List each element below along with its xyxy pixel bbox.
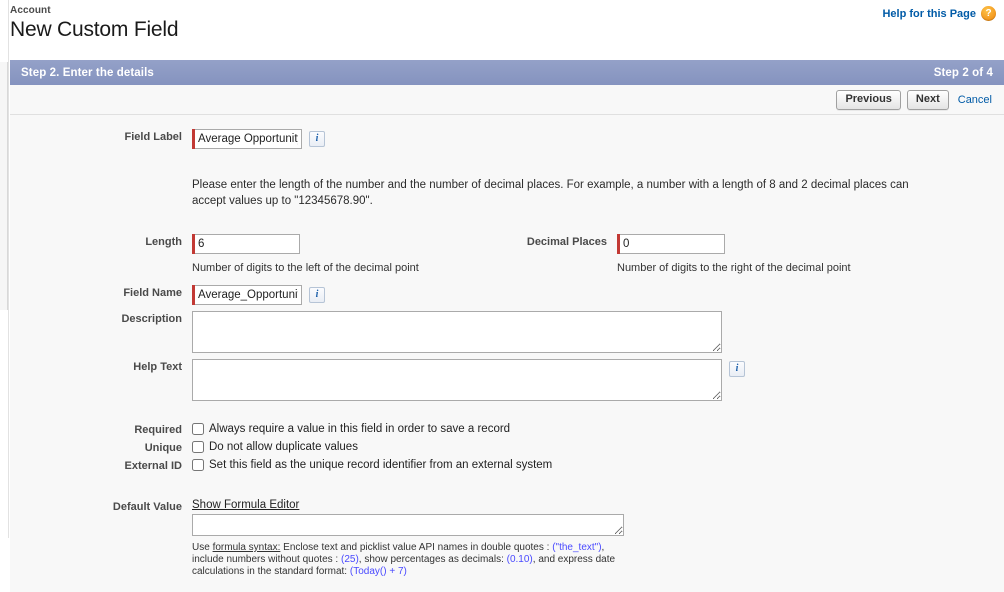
unique-checkbox[interactable] xyxy=(192,441,204,453)
formula-help-code4: (Today() + 7) xyxy=(349,566,407,577)
formula-help-prefix: Use xyxy=(192,542,213,553)
show-formula-editor-link[interactable]: Show Formula Editor xyxy=(192,499,299,511)
external-id-label: External ID xyxy=(124,460,182,472)
description-row: Description xyxy=(10,311,1004,353)
required-checkbox-label: Always require a value in this field in … xyxy=(209,423,511,435)
required-control: Always require a value in this field in … xyxy=(192,422,1004,437)
instruction-control: Please enter the length of the number an… xyxy=(192,177,1004,209)
default-value-row: Default Value Show Formula Editor Use fo… xyxy=(10,499,1004,578)
length-decimal-row: Length Number of digits to the left of t… xyxy=(10,234,1004,276)
wizard-step-title: Step 2. Enter the details xyxy=(21,66,154,79)
formula-help-code2: (25) xyxy=(340,554,359,565)
help-text-row: Help Text i xyxy=(10,359,1004,401)
field-label-label: Field Label xyxy=(124,131,182,143)
help-for-this-page-link[interactable]: Help for this Page xyxy=(882,8,976,20)
field-name-row: Field Name i xyxy=(10,285,1004,305)
wizard-step-count: Step 2 of 4 xyxy=(933,66,993,79)
decimal-places-input-wrap xyxy=(617,234,725,254)
wizard-button-row: Previous Next Cancel xyxy=(10,85,1004,115)
decimal-places-helper-text: Number of digits to the right of the dec… xyxy=(617,262,851,274)
default-value-control: Show Formula Editor Use formula syntax: … xyxy=(192,499,1004,578)
external-id-control: Set this field as the unique record iden… xyxy=(192,458,1004,473)
instruction-row: Please enter the length of the number an… xyxy=(10,177,1004,209)
formula-help-code1: ("the_text") xyxy=(552,542,602,553)
decimal-places-control: Number of digits to the right of the dec… xyxy=(617,234,1004,276)
required-row: Required Always require a value in this … xyxy=(10,422,1004,438)
help-text-textarea[interactable] xyxy=(192,359,722,401)
field-name-input-wrap xyxy=(192,285,302,305)
external-id-checkbox-row: Set this field as the unique record iden… xyxy=(192,458,552,473)
help-text-label: Help Text xyxy=(133,361,182,373)
help-for-page-area: Help for this Page ? xyxy=(882,6,996,21)
breadcrumb: Account xyxy=(10,5,51,16)
wizard-step-header: Step 2. Enter the details Step 2 of 4 xyxy=(10,60,1004,85)
default-value-label: Default Value xyxy=(112,501,182,513)
required-label: Required xyxy=(134,424,182,436)
formula-syntax-link[interactable]: formula syntax: xyxy=(213,542,281,553)
field-label-row: Field Label i xyxy=(10,129,1004,149)
description-textarea[interactable] xyxy=(192,311,722,353)
formula-help-part3: , show percentages as decimals: xyxy=(358,554,507,565)
decimal-places-input[interactable] xyxy=(620,234,725,254)
formula-help-code3: (0.10) xyxy=(506,554,533,565)
unique-label: Unique xyxy=(144,442,182,454)
unique-row: Unique Do not allow duplicate values xyxy=(10,440,1004,456)
unique-checkbox-row: Do not allow duplicate values xyxy=(192,440,358,455)
next-button[interactable]: Next xyxy=(906,89,949,110)
form-body: Field Label i Please enter the length of… xyxy=(10,115,1004,592)
info-icon[interactable]: i xyxy=(309,287,325,303)
left-gutter xyxy=(0,0,9,538)
title-area: Account New Custom Field xyxy=(10,4,610,43)
length-helper-text: Number of digits to the left of the deci… xyxy=(192,262,419,274)
decimal-places-group: Decimal Places Number of digits to the r… xyxy=(500,234,1004,276)
field-label-input[interactable] xyxy=(195,129,302,149)
default-value-textarea[interactable] xyxy=(192,514,624,536)
field-name-control: i xyxy=(192,285,1004,305)
cancel-link[interactable]: Cancel xyxy=(958,94,992,106)
external-id-checkbox-label: Set this field as the unique record iden… xyxy=(209,459,553,471)
number-length-instruction: Please enter the length of the number an… xyxy=(192,179,909,207)
formula-syntax-help: Use formula syntax: Enclose text and pic… xyxy=(192,542,626,578)
length-input[interactable] xyxy=(195,234,300,254)
required-checkbox-row: Always require a value in this field in … xyxy=(192,422,510,437)
required-checkbox[interactable] xyxy=(192,423,204,435)
previous-button[interactable]: Previous xyxy=(836,89,901,110)
decimal-places-label: Decimal Places xyxy=(526,236,607,248)
question-mark-icon[interactable]: ? xyxy=(981,6,996,21)
info-icon[interactable]: i xyxy=(309,131,325,147)
formula-help-part1: Enclose text and picklist value API name… xyxy=(280,542,553,553)
page-root: Account New Custom Field Help for this P… xyxy=(0,0,1004,592)
length-group: Length Number of digits to the left of t… xyxy=(10,234,500,276)
length-input-wrap xyxy=(192,234,300,254)
description-control xyxy=(192,311,1004,353)
length-label: Length xyxy=(145,236,182,248)
external-id-checkbox[interactable] xyxy=(192,459,204,471)
field-name-input[interactable] xyxy=(195,285,302,305)
gutter-nub xyxy=(0,62,8,310)
help-text-control: i xyxy=(192,359,1004,401)
length-control: Number of digits to the left of the deci… xyxy=(192,234,500,276)
wizard-panel: Step 2. Enter the details Step 2 of 4 Pr… xyxy=(10,60,1004,592)
info-icon[interactable]: i xyxy=(729,361,745,377)
unique-control: Do not allow duplicate values xyxy=(192,440,1004,455)
field-label-input-wrap xyxy=(192,129,302,149)
field-label-control: i xyxy=(192,129,1004,149)
external-id-row: External ID Set this field as the unique… xyxy=(10,458,1004,474)
unique-checkbox-label: Do not allow duplicate values xyxy=(209,441,358,453)
field-name-label: Field Name xyxy=(123,287,182,299)
description-label: Description xyxy=(121,313,182,325)
page-title: New Custom Field xyxy=(10,18,179,41)
